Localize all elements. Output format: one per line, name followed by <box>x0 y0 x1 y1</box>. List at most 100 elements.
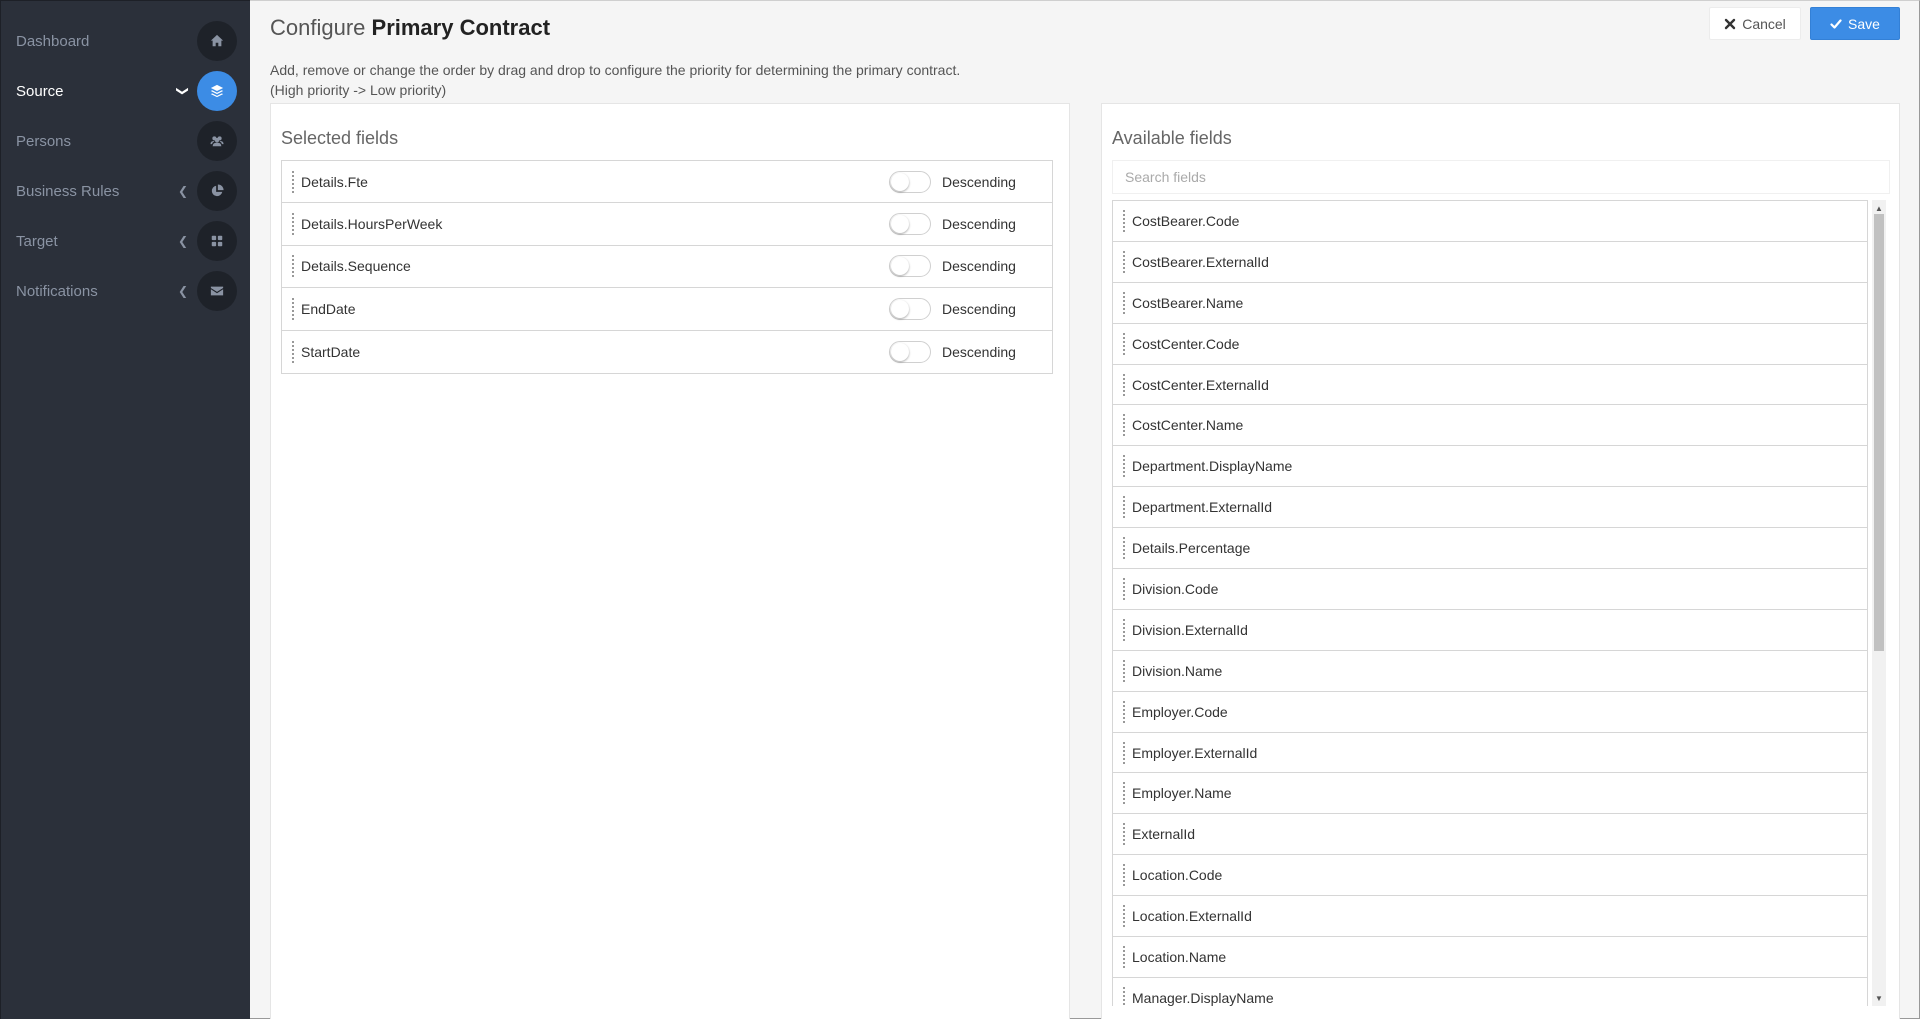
drag-handle-icon[interactable] <box>1123 782 1125 805</box>
available-field-row[interactable]: Division.ExternalId <box>1113 610 1867 651</box>
available-field-row[interactable]: Employer.Code <box>1113 692 1867 733</box>
available-field-label: Location.Name <box>1132 948 1227 965</box>
descending-label: Descending <box>942 343 1016 360</box>
selected-field-row[interactable]: Details.HoursPerWeek Descending <box>282 203 1052 246</box>
available-field-row[interactable]: CostCenter.ExternalId <box>1113 365 1867 406</box>
page-title-bold: Primary Contract <box>371 15 551 40</box>
drag-handle-icon[interactable] <box>1123 332 1125 355</box>
available-field-label: CostBearer.ExternalId <box>1132 253 1269 270</box>
available-field-row[interactable]: Division.Code <box>1113 569 1867 610</box>
main-content: Configure Primary Contract Add, remove o… <box>250 0 1920 1019</box>
descending-toggle[interactable] <box>889 213 931 236</box>
sidebar-item-label: Persons <box>16 132 72 150</box>
available-field-label: Division.Name <box>1132 662 1223 679</box>
sidebar-item-business-rules[interactable]: Business Rules ❮ <box>1 166 251 216</box>
available-field-row[interactable]: Employer.ExternalId <box>1113 733 1867 774</box>
available-field-row[interactable]: Location.ExternalId <box>1113 896 1867 938</box>
sidebar-item-label: Target <box>16 232 58 250</box>
scrollbar-thumb[interactable] <box>1874 214 1884 651</box>
available-field-row[interactable]: Location.Name <box>1113 937 1867 978</box>
cancel-button-label: Cancel <box>1742 15 1786 32</box>
available-field-row[interactable]: Manager.DisplayName <box>1113 978 1867 1006</box>
drag-handle-icon[interactable] <box>1123 945 1125 968</box>
available-field-label: Employer.Name <box>1132 785 1232 802</box>
sidebar-item-source[interactable]: Source ❯ <box>1 66 251 116</box>
drag-handle-icon[interactable] <box>292 340 294 363</box>
drag-handle-icon[interactable] <box>292 170 294 193</box>
descending-toggle[interactable] <box>889 340 931 363</box>
sidebar-item-label: Notifications <box>16 282 98 300</box>
available-field-row[interactable]: Department.DisplayName <box>1113 446 1867 488</box>
scrollbar[interactable]: ▲ ▼ <box>1872 200 1886 1006</box>
drag-handle-icon[interactable] <box>1123 291 1125 314</box>
drag-handle-icon[interactable] <box>1123 986 1125 1006</box>
drag-handle-icon[interactable] <box>1123 577 1125 600</box>
drag-handle-icon[interactable] <box>292 297 294 320</box>
available-field-row[interactable]: CostCenter.Name <box>1113 405 1867 447</box>
descending-label: Descending <box>942 258 1016 275</box>
pie-chart-icon <box>197 171 237 211</box>
available-field-row[interactable]: CostBearer.ExternalId <box>1113 242 1867 283</box>
available-field-label: Location.Code <box>1132 867 1223 884</box>
sidebar-item-target[interactable]: Target ❮ <box>1 216 251 266</box>
selected-field-row[interactable]: EndDate Descending <box>282 288 1052 331</box>
selected-fields-list: Details.Fte Descending Details.HoursPerW… <box>281 160 1053 374</box>
available-field-row[interactable]: CostBearer.Name <box>1113 283 1867 324</box>
envelope-icon <box>197 271 237 311</box>
available-field-row[interactable]: Employer.Name <box>1113 773 1867 815</box>
selected-field-label: Details.Fte <box>301 173 368 190</box>
drag-handle-icon[interactable] <box>1123 618 1125 641</box>
drag-handle-icon[interactable] <box>1123 864 1125 887</box>
available-fields-scroll-area[interactable]: CostBearer.Code CostBearer.ExternalId Cost… <box>1112 200 1890 1006</box>
grid-icon <box>197 221 237 261</box>
selected-field-row[interactable]: Details.Fte Descending <box>282 161 1052 204</box>
available-field-row[interactable]: Location.Code <box>1113 855 1867 897</box>
check-icon <box>1830 18 1842 29</box>
scroll-up-icon[interactable]: ▲ <box>1872 202 1886 214</box>
drag-handle-icon[interactable] <box>1123 455 1125 478</box>
selected-field-row[interactable]: StartDate Descending <box>282 331 1052 373</box>
sidebar-item-label: Business Rules <box>16 182 120 200</box>
save-button-label: Save <box>1848 15 1880 32</box>
drag-handle-icon[interactable] <box>1123 659 1125 682</box>
available-field-label: Department.DisplayName <box>1132 458 1293 475</box>
sidebar-item-persons[interactable]: Persons <box>1 116 251 166</box>
descending-toggle[interactable] <box>889 170 931 193</box>
available-field-label: CostCenter.ExternalId <box>1132 376 1269 393</box>
cancel-button[interactable]: Cancel <box>1709 7 1801 40</box>
available-field-label: Details.Percentage <box>1132 540 1251 557</box>
drag-handle-icon[interactable] <box>1123 373 1125 396</box>
descending-toggle[interactable] <box>889 297 931 320</box>
available-field-row[interactable]: ExternalId <box>1113 814 1867 856</box>
available-field-row[interactable]: CostCenter.Code <box>1113 324 1867 365</box>
drag-handle-icon[interactable] <box>1123 741 1125 764</box>
scroll-down-icon[interactable]: ▼ <box>1872 992 1886 1004</box>
chevron-left-icon: ❮ <box>177 284 189 298</box>
available-field-row[interactable]: Department.ExternalId <box>1113 487 1867 529</box>
available-field-row[interactable]: Details.Percentage <box>1113 528 1867 570</box>
available-field-row[interactable]: CostBearer.Code <box>1113 201 1867 242</box>
page-description: Add, remove or change the order by drag … <box>270 60 960 100</box>
drag-handle-icon[interactable] <box>1123 250 1125 273</box>
sidebar: Dashboard Source ❯ Persons Business Rule… <box>0 0 250 1019</box>
drag-handle-icon[interactable] <box>1123 823 1125 846</box>
drag-handle-icon[interactable] <box>1123 700 1125 723</box>
search-fields-input[interactable] <box>1112 160 1890 194</box>
drag-handle-icon[interactable] <box>1123 209 1125 232</box>
selected-field-row[interactable]: Details.Sequence Descending <box>282 246 1052 289</box>
drag-handle-icon[interactable] <box>1123 905 1125 928</box>
descending-toggle[interactable] <box>889 255 931 278</box>
drag-handle-icon[interactable] <box>1123 496 1125 519</box>
sidebar-item-dashboard[interactable]: Dashboard <box>1 16 251 66</box>
layers-icon <box>197 71 237 111</box>
drag-handle-icon[interactable] <box>292 255 294 278</box>
available-field-row[interactable]: Division.Name <box>1113 651 1867 692</box>
sidebar-item-notifications[interactable]: Notifications ❮ <box>1 266 251 316</box>
available-field-label: CostBearer.Name <box>1132 294 1244 311</box>
drag-handle-icon[interactable] <box>1123 414 1125 437</box>
selected-field-label: Details.HoursPerWeek <box>301 216 443 233</box>
drag-handle-icon[interactable] <box>1123 537 1125 560</box>
users-icon <box>197 121 237 161</box>
save-button[interactable]: Save <box>1810 7 1900 40</box>
drag-handle-icon[interactable] <box>292 213 294 236</box>
